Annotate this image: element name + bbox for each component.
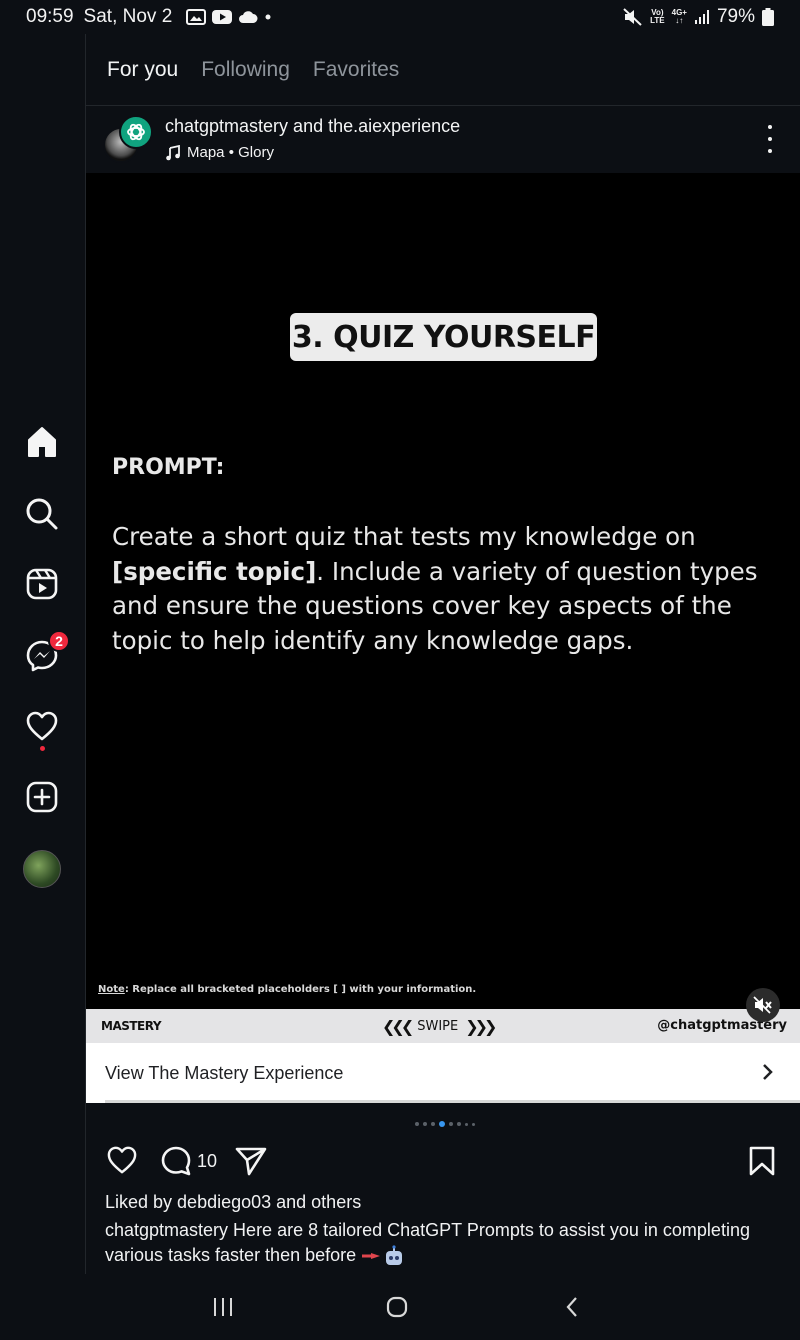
slide-brand: MASTERY <box>101 1019 162 1033</box>
feed-tabs: For you Following Favorites <box>86 34 800 106</box>
rocket-emoji-icon <box>362 1253 381 1260</box>
system-navigation-bar <box>0 1276 800 1340</box>
profile-avatar <box>23 850 61 888</box>
search-icon <box>26 498 58 530</box>
network-type-indicator: 4G+ ↓↑ <box>671 8 687 25</box>
post-header: chatgptmastery and the.aiexperience Mapa… <box>86 107 800 173</box>
post-options-button[interactable] <box>760 125 780 153</box>
carousel-dot <box>415 1122 419 1126</box>
nav-messages[interactable]: 2 <box>22 630 70 676</box>
post-caption[interactable]: chatgptmastery Here are 8 tailored ChatG… <box>105 1218 775 1268</box>
liked-by[interactable]: Liked by debdiego03 and others <box>105 1192 361 1213</box>
signal-icon <box>694 10 709 24</box>
tab-following[interactable]: Following <box>201 58 290 82</box>
notification-dot <box>40 746 45 751</box>
carousel-dot <box>465 1122 468 1126</box>
like-button[interactable] <box>106 1145 138 1175</box>
prompt-text: Create a short quiz that tests my knowle… <box>112 522 758 655</box>
messages-badge: 2 <box>48 630 70 652</box>
chevrons-right-icon: ❯❯❯ <box>465 1017 497 1036</box>
nav-search[interactable] <box>22 494 62 534</box>
home-pill-icon <box>386 1296 408 1318</box>
mute-status-icon <box>623 8 642 26</box>
status-bar: 09:59 Sat, Nov 2 Vo) LTE 4G+ ↓↑ 79% <box>0 0 800 34</box>
heart-icon <box>107 1146 137 1174</box>
tab-for-you[interactable]: For you <box>107 58 178 82</box>
back-button[interactable] <box>564 1296 580 1318</box>
carousel-dot <box>472 1122 475 1126</box>
muted-speaker-icon <box>753 996 772 1014</box>
chevron-right-icon <box>763 1064 773 1080</box>
status-time: 09:59 <box>26 6 74 27</box>
youtube-notification-icon <box>212 10 233 24</box>
create-plus-icon <box>26 781 58 813</box>
music-label: Mapa • Glory <box>187 144 274 161</box>
save-button[interactable] <box>748 1145 776 1177</box>
carousel-dot <box>423 1122 427 1126</box>
carousel-dot <box>457 1122 461 1126</box>
tab-favorites[interactable]: Favorites <box>313 58 399 82</box>
status-date: Sat, Nov 2 <box>83 6 173 27</box>
author-avatars[interactable] <box>103 115 155 167</box>
prompt-placeholder: [specific topic] <box>112 556 317 586</box>
more-notifications-dot-icon <box>265 14 271 20</box>
more-dots-icon <box>768 125 772 129</box>
comment-icon <box>161 1146 191 1176</box>
post-actions: 10 <box>86 1142 800 1182</box>
nav-profile[interactable] <box>22 849 62 889</box>
carousel-dot <box>431 1122 435 1126</box>
slide-heading: 3. QUIZ YOURSELF <box>290 313 597 361</box>
home-button[interactable] <box>386 1296 408 1318</box>
left-navigation-rail: 2 <box>0 34 86 1274</box>
carousel-indicator <box>415 1121 475 1127</box>
comment-button[interactable]: 10 <box>160 1145 217 1177</box>
swipe-hint: ❮❮❮ SWIPE ❯❯❯ <box>382 1017 497 1036</box>
openai-logo-icon <box>127 123 145 141</box>
nav-create[interactable] <box>22 777 62 817</box>
post-authors[interactable]: chatgptmastery and the.aiexperience <box>165 116 460 137</box>
music-note-icon <box>166 144 180 160</box>
comment-count: 10 <box>197 1150 218 1171</box>
cloud-notification-icon <box>239 11 258 23</box>
chatgpt-avatar <box>119 115 153 149</box>
recents-button[interactable] <box>212 1296 234 1318</box>
mute-toggle-button[interactable] <box>746 988 780 1022</box>
volte-indicator: Vo) LTE <box>650 8 665 25</box>
recents-icon <box>214 1298 232 1316</box>
share-button[interactable] <box>234 1145 268 1177</box>
carousel-slide[interactable]: 3. QUIZ YOURSELF PROMPT: Create a short … <box>86 173 800 1022</box>
battery-percent: 79% <box>716 6 755 27</box>
cta-progress-line <box>105 1100 800 1103</box>
slide-note: Note: Replace all bracketed placeholders… <box>98 984 477 995</box>
robot-emoji-icon <box>386 1245 403 1266</box>
gallery-notification-icon <box>186 9 207 25</box>
battery-icon <box>762 8 774 26</box>
reels-icon <box>26 568 58 600</box>
heart-icon <box>26 711 58 741</box>
carousel-dot <box>449 1122 453 1126</box>
home-icon <box>28 427 56 457</box>
post-music[interactable]: Mapa • Glory <box>165 144 274 161</box>
back-icon <box>566 1297 577 1317</box>
bookmark-icon <box>749 1146 775 1176</box>
nav-home[interactable] <box>22 422 62 462</box>
nav-notifications[interactable] <box>22 706 62 751</box>
view-experience-button[interactable]: View The Mastery Experience <box>86 1043 800 1103</box>
cta-label: View The Mastery Experience <box>105 1062 344 1083</box>
slide-footer: MASTERY ❮❮❮ SWIPE ❯❯❯ @chatgptmastery <box>86 1009 800 1043</box>
send-icon <box>235 1147 267 1176</box>
nav-reels[interactable] <box>22 564 62 604</box>
prompt-label: PROMPT: <box>112 455 225 480</box>
carousel-dot-active <box>439 1121 445 1127</box>
chevrons-left-icon: ❮❮❮ <box>382 1017 414 1036</box>
